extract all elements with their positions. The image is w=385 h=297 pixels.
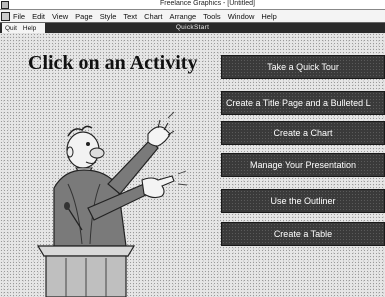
create-table-label: Create a Table [273,229,333,239]
create-chart-button[interactable]: Create a Chart [221,121,385,145]
use-outliner-button[interactable]: Use the Outliner [221,189,385,213]
menu-text[interactable]: Text [123,12,137,21]
create-title-page-label: Create a Title Page and a Bulleted L [226,98,371,108]
use-outliner-label: Use the Outliner [270,196,336,206]
document-menu-icon[interactable] [1,11,10,21]
quickstart-window-title: QuickStart [175,24,210,31]
create-title-page-button[interactable]: Create a Title Page and a Bulleted L [221,91,385,115]
menu-bar: File Edit View Page Style Text Chart Arr… [0,10,385,23]
system-menu-icon[interactable] [1,1,9,9]
menu-tools[interactable]: Tools [203,12,221,21]
take-quick-tour-label: Take a Quick Tour [267,62,339,72]
menu-file[interactable]: File [13,12,25,21]
menu-view[interactable]: View [52,12,68,21]
menu-style[interactable]: Style [100,12,117,21]
create-table-button[interactable]: Create a Table [221,222,385,246]
manage-presentation-button[interactable]: Manage Your Presentation [221,153,385,177]
create-chart-label: Create a Chart [273,128,333,138]
quickstart-panel: Click on an Activity Take a Quick Tour C… [0,33,385,297]
title-bar: Freelance Graphics - [Untitled] [0,0,385,10]
take-quick-tour-button[interactable]: Take a Quick Tour [221,55,385,79]
menu-chart[interactable]: Chart [144,12,162,21]
menu-page[interactable]: Page [75,12,93,21]
menu-help[interactable]: Help [261,12,276,21]
quickstart-title-bar: QuickStart Quit Help [0,23,385,33]
app-title: Freelance Graphics - [Untitled] [160,0,255,7]
page-title: Click on an Activity [28,52,198,74]
menu-window[interactable]: Window [228,12,255,21]
menu-arrange[interactable]: Arrange [169,12,196,21]
presenter-illustration-icon [36,111,188,297]
manage-presentation-label: Manage Your Presentation [249,160,357,170]
menu-edit[interactable]: Edit [32,12,45,21]
